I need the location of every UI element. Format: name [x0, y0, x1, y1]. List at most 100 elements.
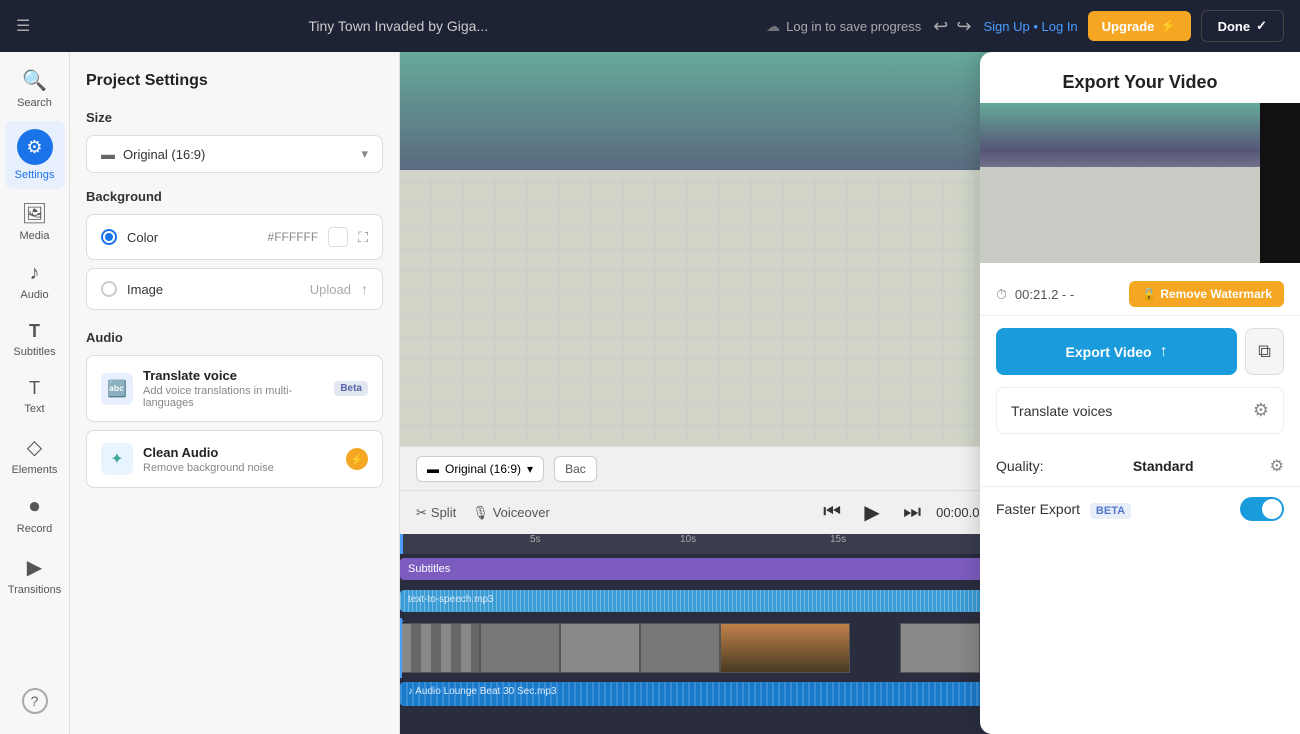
login-label[interactable]: Log In	[1042, 19, 1078, 34]
topbar: ☰ Tiny Town Invaded by Giga... ☁ Log in …	[0, 0, 1300, 52]
aspect-value: Original (16:9)	[445, 462, 521, 476]
audio-icon: ♪	[30, 262, 40, 285]
sidebar-item-elements[interactable]: ◇ Elements	[5, 427, 65, 484]
undo-button[interactable]: ↩	[933, 16, 948, 37]
settings-icon: ⚙	[26, 137, 42, 158]
elements-icon: ◇	[27, 435, 42, 460]
sidebar-item-record[interactable]: ⏺ Record	[5, 488, 65, 543]
search-icon: 🔍	[22, 68, 47, 93]
signup-label[interactable]: Sign Up	[983, 19, 1029, 34]
checkmark-icon: ✓	[1256, 18, 1267, 34]
settings-title: Project Settings	[86, 72, 383, 90]
quality-row: Quality: Standard ⚙	[980, 446, 1300, 487]
translate-voices-row[interactable]: Translate voices ⚙	[996, 387, 1284, 434]
done-button[interactable]: Done ✓	[1201, 10, 1284, 42]
duration-dash: - -	[1062, 287, 1074, 302]
aspect-icon: ▬	[427, 462, 439, 476]
subtitle-track-label: Subtitles	[408, 563, 450, 575]
copy-icon: ⧉	[1258, 341, 1271, 362]
clean-audio-item[interactable]: ✦ Clean Audio Remove background noise ⚡	[86, 430, 383, 488]
audio-lounge-label: ♪ Audio Lounge Beat 30 Sec.mp3	[408, 686, 556, 697]
sidebar-icons: 🔍 Search ⚙ Settings 🖼 Media ♪ Audio T Su…	[0, 52, 70, 734]
translate-voice-item[interactable]: 🔤 Translate voice Add voice translations…	[86, 355, 383, 422]
clock-icon: ⏱	[996, 286, 1007, 303]
export-header: Export Your Video	[980, 52, 1300, 103]
background-toolbar-label[interactable]: Bac	[554, 456, 597, 482]
settings-panel: Project Settings Size ▬ Original (16:9) …	[70, 52, 400, 734]
done-label: Done	[1218, 19, 1251, 34]
upload-icon[interactable]: ↑	[361, 281, 368, 297]
dot-sep: •	[1033, 19, 1038, 34]
export-video-button[interactable]: Export Video ↑	[996, 328, 1237, 375]
clean-audio-upgrade-icon[interactable]: ⚡	[346, 448, 368, 470]
current-time: 00:00.0	[936, 505, 979, 520]
play-button[interactable]: ▶	[856, 497, 888, 529]
video-thumb	[640, 623, 720, 673]
split-button[interactable]: ✂ Split	[416, 505, 456, 521]
sidebar-subtitles-label: Subtitles	[13, 346, 55, 358]
color-picker-icon[interactable]: ⛶	[358, 229, 368, 246]
size-select[interactable]: ▬ Original (16:9) ▾	[86, 135, 383, 173]
redo-button[interactable]: ↪	[956, 16, 971, 37]
chevron-down-icon: ▾	[361, 146, 368, 162]
color-swatch[interactable]	[328, 227, 348, 247]
voiceover-label: Voiceover	[493, 505, 550, 520]
translate-voices-icon: ⚙	[1253, 400, 1269, 421]
sidebar-item-media[interactable]: 🖼 Media	[5, 193, 65, 250]
sidebar-item-subtitles[interactable]: T Subtitles	[5, 313, 65, 366]
save-text: Log in to save progress	[786, 19, 921, 34]
aspect-ratio-selector[interactable]: ▬ Original (16:9) ▾	[416, 456, 544, 482]
sidebar-audio-label: Audio	[20, 289, 48, 301]
faster-export-row: Faster Export BETA	[980, 487, 1300, 531]
background-label: Background	[86, 189, 383, 204]
subtitles-icon: T	[29, 321, 40, 342]
ruler-15s-label: 15s	[830, 534, 846, 545]
upgrade-button[interactable]: Upgrade ⚡	[1088, 11, 1191, 41]
lightning-small-icon: ⚡	[350, 453, 364, 466]
remove-watermark-button[interactable]: 🔒 Remove Watermark	[1129, 281, 1284, 307]
color-radio[interactable]	[101, 229, 117, 245]
audio-lounge-text: Audio Lounge Beat 30 Sec.mp3	[415, 686, 556, 697]
sidebar-item-help[interactable]: ?	[5, 680, 65, 722]
image-option[interactable]: Image Upload ↑	[86, 268, 383, 310]
media-icon: 🖼	[22, 201, 47, 226]
menu-icon[interactable]: ☰	[16, 16, 30, 36]
image-radio[interactable]	[101, 281, 117, 297]
rewind-button[interactable]: ⏮	[816, 497, 848, 529]
duration-text: 00:21.2	[1015, 287, 1058, 302]
sidebar-item-text[interactable]: T Text	[5, 370, 65, 423]
translate-voice-desc: Add voice translations in multi-language…	[143, 385, 324, 409]
ruler-5s-label: 5s	[530, 534, 541, 545]
sidebar-item-search[interactable]: 🔍 Search	[5, 60, 65, 117]
color-option[interactable]: Color #FFFFFF ⛶	[86, 214, 383, 260]
quality-settings-icon[interactable]: ⚙	[1270, 456, 1284, 476]
image-label: Image	[127, 282, 300, 297]
sidebar-text-label: Text	[24, 403, 44, 415]
text-icon: T	[29, 378, 40, 399]
faster-export-beta: BETA	[1090, 503, 1131, 519]
translate-voice-text: Translate voice Add voice translations i…	[143, 368, 324, 409]
center-column: ▬ Original (16:9) ▾ Bac ✂ Split 🎙 Voiceo…	[400, 52, 1300, 734]
upload-label: Upload	[310, 282, 351, 297]
size-section-label: Size	[86, 110, 383, 125]
transitions-icon: ▶	[27, 555, 42, 580]
faster-export-text: Faster Export	[996, 501, 1080, 517]
export-actions: Export Video ↑ ⧉	[980, 316, 1300, 387]
project-title: Tiny Town Invaded by Giga...	[42, 18, 754, 34]
playhead-ruler	[400, 534, 403, 554]
size-value: Original (16:9)	[123, 147, 205, 162]
voiceover-button[interactable]: 🎙 Voiceover	[472, 505, 550, 521]
waveform-icon: ✦	[110, 449, 123, 469]
fast-forward-button[interactable]: ⏭	[896, 497, 928, 529]
thumb-greenhouse-overlay	[980, 167, 1300, 263]
sidebar-item-audio[interactable]: ♪ Audio	[5, 254, 65, 309]
clean-audio-text: Clean Audio Remove background noise	[143, 445, 336, 474]
copy-export-button[interactable]: ⧉	[1245, 328, 1284, 375]
sidebar-item-transitions[interactable]: ▶ Transitions	[5, 547, 65, 604]
sidebar-item-settings[interactable]: ⚙ Settings	[5, 121, 65, 189]
ruler-10s-label: 10s	[680, 534, 696, 545]
signup-login-link[interactable]: Sign Up • Log In	[983, 19, 1077, 34]
faster-export-toggle[interactable]	[1240, 497, 1284, 521]
scissors-icon: ✂	[416, 505, 427, 521]
sidebar-media-label: Media	[20, 230, 50, 242]
